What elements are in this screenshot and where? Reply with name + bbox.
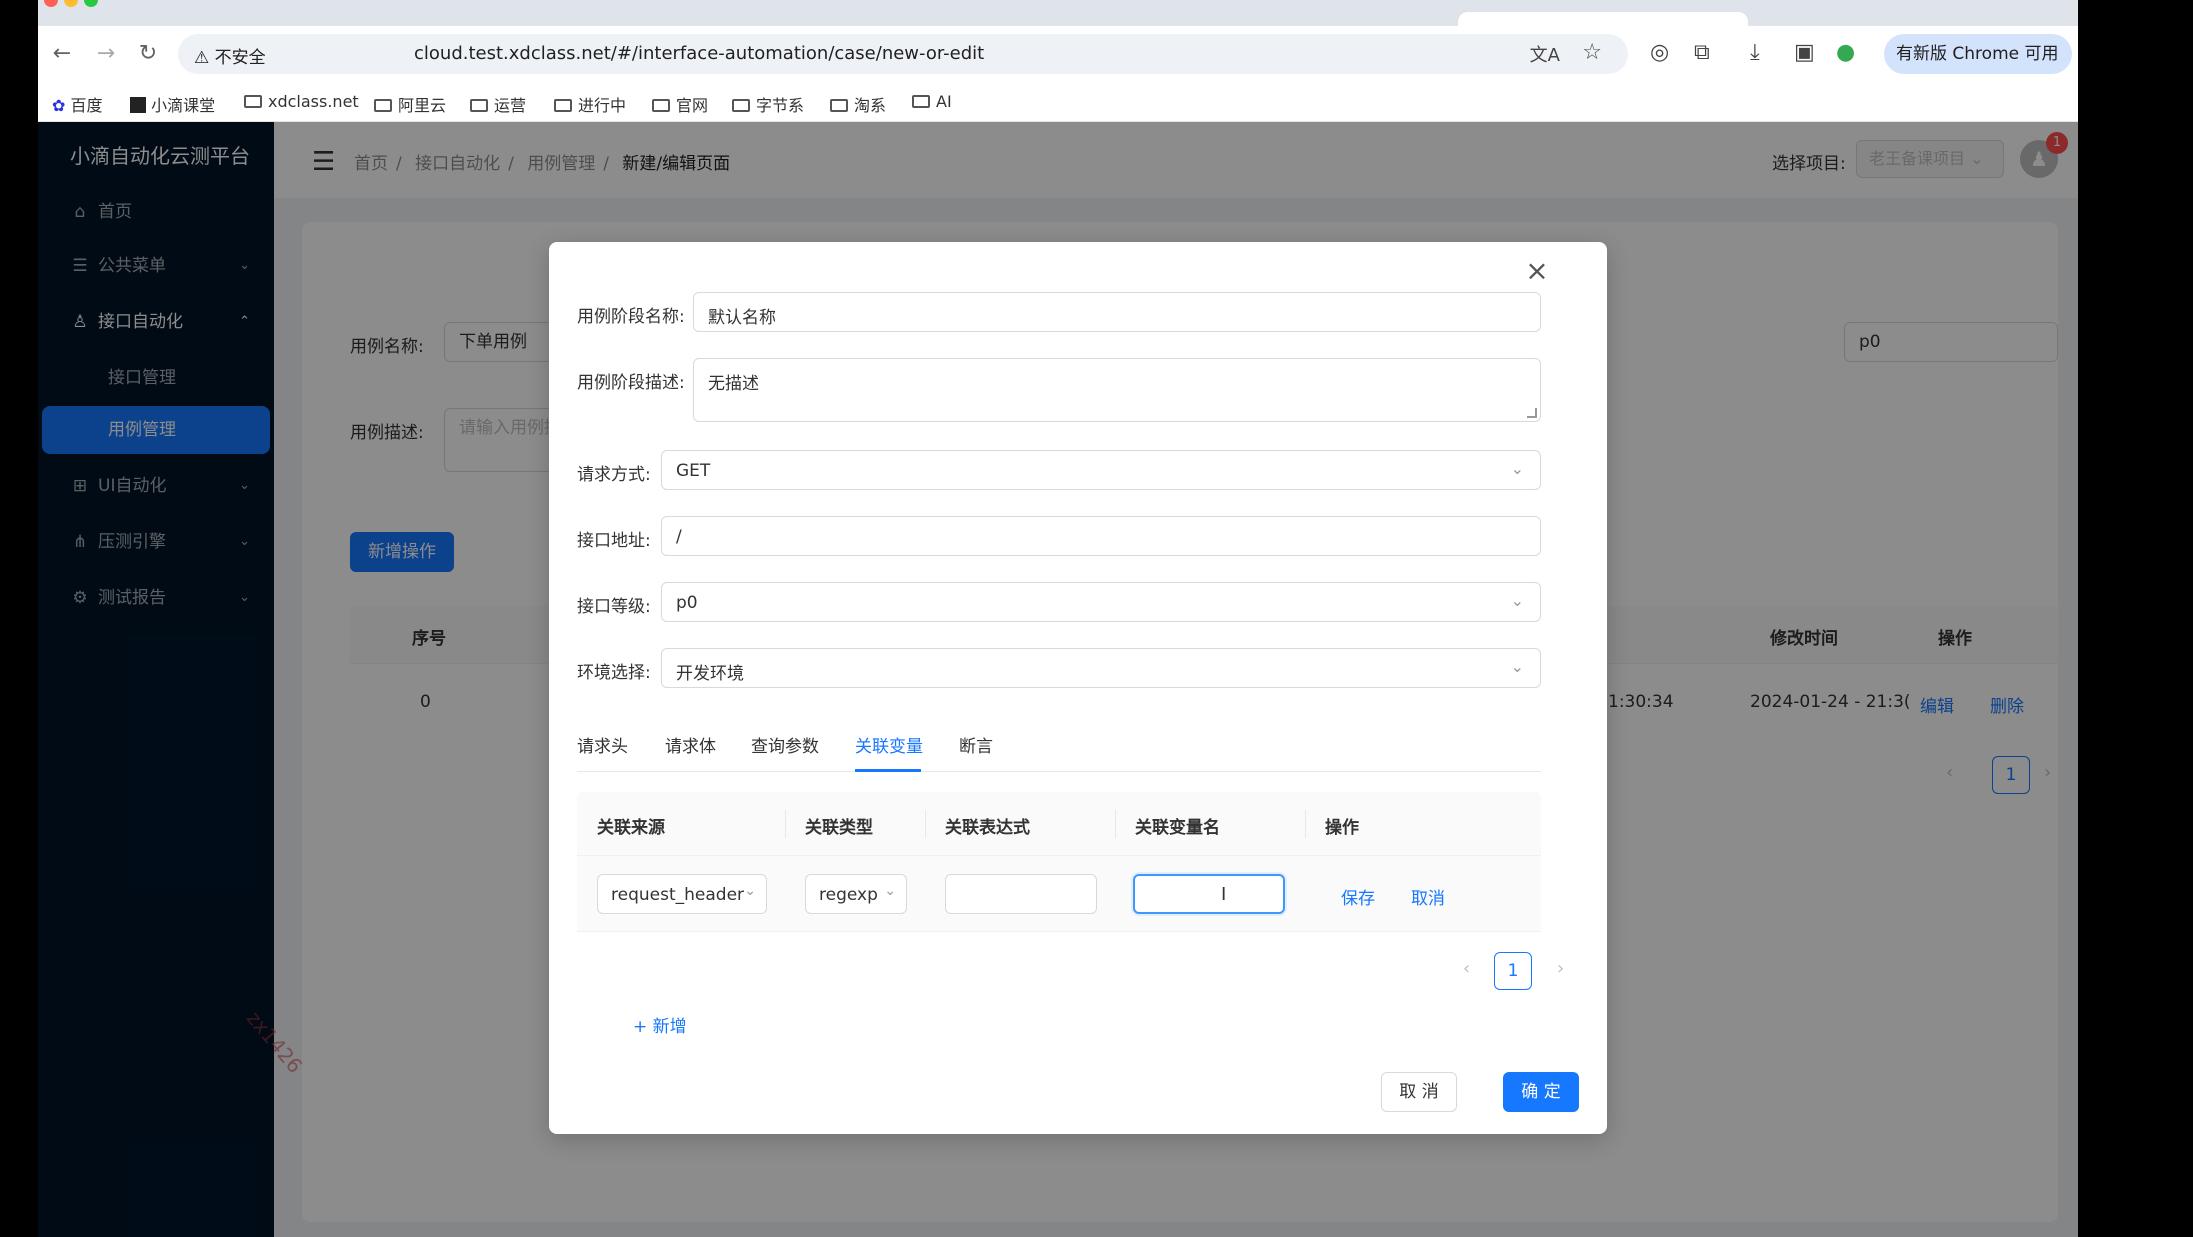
next-page-icon[interactable]: › — [1557, 958, 1564, 979]
env-select[interactable]: 开发环境 ⌄ — [661, 648, 1541, 688]
chevron-down-icon: ⌄ — [1510, 459, 1524, 478]
type-select[interactable]: regexp ⌄ — [805, 874, 907, 914]
confirm-button[interactable]: 确 定 — [1503, 1072, 1579, 1112]
back-icon[interactable]: ← — [46, 38, 78, 70]
relation-table: 关联来源 关联类型 关联表达式 关联变量名 操作 request_header ⌄… — [577, 792, 1541, 932]
th-type: 关联类型 — [805, 818, 873, 838]
sidepanel-icon[interactable]: ▣ — [1794, 40, 1815, 65]
bookmark-guanwang[interactable]: 官网 — [652, 92, 708, 116]
stage-name-input[interactable]: 默认名称 — [693, 292, 1541, 332]
expression-input[interactable] — [945, 874, 1097, 914]
bookmark-yunying[interactable]: 运营 — [470, 92, 526, 116]
chevron-down-icon: ⌄ — [1510, 591, 1524, 610]
chevron-down-icon: ⌄ — [744, 883, 756, 899]
save-link[interactable]: 保存 — [1341, 884, 1375, 909]
bookmark-ai[interactable]: AI — [912, 92, 952, 111]
bookmark-xdclass-net[interactable]: xdclass.net — [244, 92, 359, 111]
bookmark-star-icon[interactable]: ☆ — [1582, 40, 1602, 65]
reload-icon[interactable]: ↻ — [132, 38, 164, 70]
level-select[interactable]: p0 ⌄ — [661, 582, 1541, 622]
stage-desc-label: 用例阶段描述: — [577, 373, 685, 393]
bookmark-baidu[interactable]: ✿ 百度 — [52, 92, 103, 116]
tab-query-params[interactable]: 查询参数 — [751, 732, 819, 757]
close-icon[interactable]: × — [1523, 257, 1551, 286]
chrome-update-button[interactable]: 有新版 Chrome 可用 ⋮ — [1884, 34, 2072, 104]
not-secure-indicator[interactable]: ⚠ 不安全 — [194, 43, 266, 68]
bookmark-zijiexi[interactable]: 字节系 — [732, 92, 804, 116]
browser-window: ← → ↻ ⚠ 不安全 cloud.test.xdclass.net/#/int… — [38, 0, 2078, 1237]
relation-table-header: 关联来源 关联类型 关联表达式 关联变量名 操作 — [577, 792, 1541, 856]
cancel-button[interactable]: 取 消 — [1381, 1072, 1457, 1112]
level-label: 接口等级: — [577, 597, 651, 617]
download-icon[interactable]: ⤓ — [1750, 40, 1760, 65]
bookmark-taoxi[interactable]: 淘系 — [830, 92, 886, 116]
add-relation-link[interactable]: + 新增 — [633, 1012, 687, 1037]
translate-icon[interactable]: 文A — [1530, 41, 1560, 67]
chevron-down-icon: ⌄ — [884, 883, 896, 899]
browser-tab[interactable] — [1458, 12, 1748, 26]
cancel-link[interactable]: 取消 — [1411, 884, 1445, 909]
path-input[interactable]: / — [661, 516, 1541, 556]
extension-icon[interactable]: ◎ — [1650, 40, 1669, 65]
relation-row: request_header ⌄ regexp ⌄ I 保存 取消 — [577, 856, 1541, 932]
var-name-input[interactable]: I — [1133, 874, 1285, 914]
tab-ink-bar — [855, 769, 921, 772]
stage-name-label: 用例阶段名称: — [577, 307, 685, 327]
source-select[interactable]: request_header ⌄ — [597, 874, 767, 914]
path-label: 接口地址: — [577, 531, 651, 551]
resize-handle-icon[interactable] — [1527, 408, 1537, 418]
prev-page-icon[interactable]: ‹ — [1463, 958, 1470, 979]
env-label: 环境选择: — [577, 663, 651, 683]
zoom-window-dot[interactable] — [84, 0, 98, 7]
bookmark-jinxingzhong[interactable]: 进行中 — [554, 92, 626, 116]
stage-desc-textarea[interactable]: 无描述 — [693, 358, 1541, 422]
bookmark-xdclass-ketang[interactable]: 小滴课堂 — [130, 92, 215, 116]
column-divider — [785, 810, 786, 838]
page-1-button[interactable]: 1 — [1494, 952, 1532, 990]
address-bar[interactable]: ⚠ 不安全 cloud.test.xdclass.net/#/interface… — [178, 34, 1628, 74]
minimize-window-dot[interactable] — [64, 0, 78, 7]
chevron-down-icon: ⌄ — [1510, 657, 1524, 676]
column-divider — [1115, 810, 1116, 838]
stage-edit-modal: × 用例阶段名称: 默认名称 用例阶段描述: 无描述 请求方式: GET ⌄ 接口… — [549, 242, 1607, 1134]
method-select[interactable]: GET ⌄ — [661, 450, 1541, 490]
tab-strip — [38, 0, 2078, 26]
tab-request-body[interactable]: 请求体 — [665, 732, 716, 757]
th-expression: 关联表达式 — [945, 818, 1030, 838]
column-divider — [1305, 810, 1306, 838]
text-cursor-icon: I — [1221, 884, 1227, 905]
method-label: 请求方式: — [577, 465, 651, 485]
th-action: 操作 — [1325, 818, 1359, 838]
profile-icon[interactable]: ● — [1836, 40, 1855, 65]
tab-relation-variables[interactable]: 关联变量 — [855, 732, 923, 757]
close-window-dot[interactable] — [44, 0, 58, 7]
th-source: 关联来源 — [597, 818, 665, 838]
bookmark-aliyun[interactable]: 阿里云 — [374, 92, 446, 116]
tab-request-header[interactable]: 请求头 — [577, 732, 628, 757]
stage-tabs: 请求头 请求体 查询参数 关联变量 断言 — [577, 722, 1541, 772]
url-text[interactable]: cloud.test.xdclass.net/#/interface-autom… — [414, 43, 984, 64]
browser-toolbar: ← → ↻ ⚠ 不安全 cloud.test.xdclass.net/#/int… — [38, 26, 2078, 104]
column-divider — [925, 810, 926, 838]
tab-assertion[interactable]: 断言 — [959, 732, 993, 757]
forward-icon[interactable]: → — [90, 38, 122, 70]
th-var-name: 关联变量名 — [1135, 818, 1220, 838]
bookmarks-bar: ✿ 百度 小滴课堂 xdclass.net 阿里云 运营 进行中 官网 字节系 … — [38, 82, 2078, 122]
puzzle-icon[interactable]: ⧉ — [1694, 40, 1710, 65]
